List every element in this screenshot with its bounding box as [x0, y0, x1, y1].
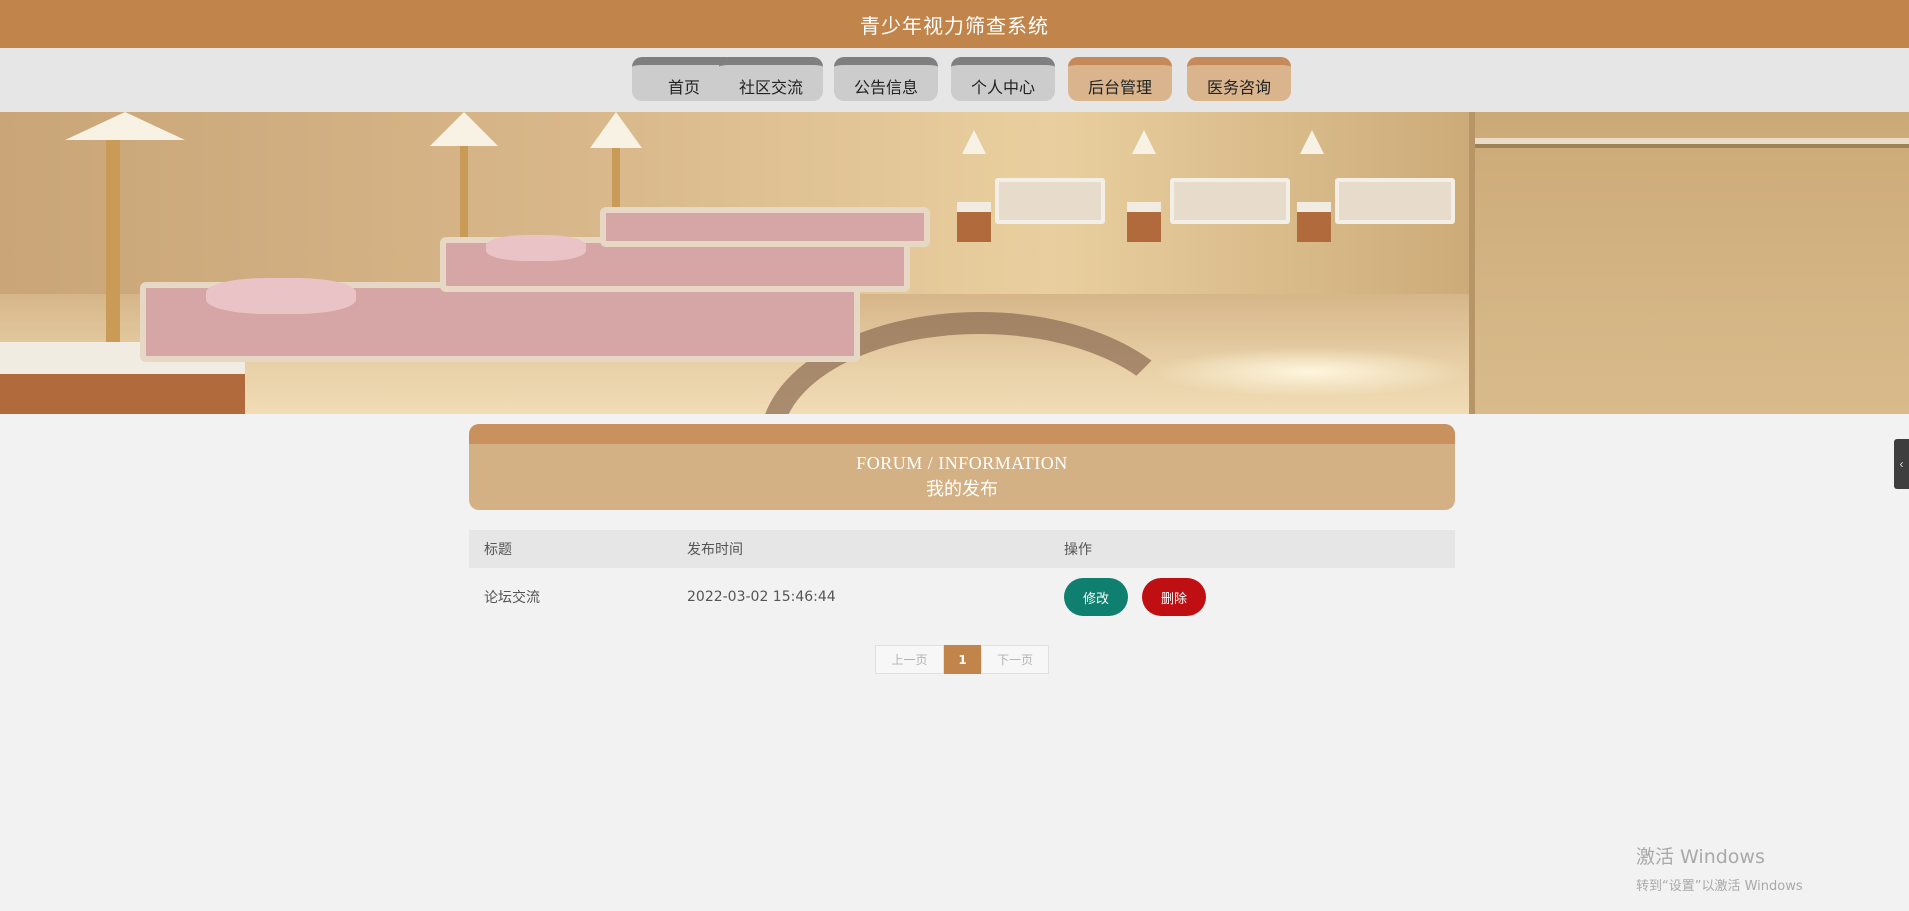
lamp-icon — [962, 130, 986, 154]
table-row: 论坛交流 2022-03-02 15:46:44 修改 删除 — [469, 568, 1455, 626]
header-title: 标题 — [484, 542, 512, 558]
prev-page-button[interactable]: 上一页 — [875, 645, 944, 674]
current-page-button[interactable]: 1 — [944, 645, 981, 674]
side-toggle-chevron-left-icon[interactable]: ‹ — [1894, 439, 1909, 489]
hero-banner-image — [0, 112, 1909, 414]
bed-back — [600, 207, 930, 247]
nav-announcements[interactable]: 公告信息 — [834, 57, 938, 101]
section-title-en: FORUM / INFORMATION — [856, 453, 1068, 473]
lamp-icon — [65, 112, 185, 140]
lamp-icon — [1300, 130, 1324, 154]
section-header: FORUM / INFORMATION 我的发布 — [469, 424, 1455, 510]
top-header-bar: 青少年视力筛查系统 — [0, 0, 1909, 48]
next-page-button[interactable]: 下一页 — [981, 645, 1049, 674]
lamp-icon — [590, 112, 642, 148]
edit-button[interactable]: 修改 — [1064, 578, 1128, 616]
nav-community[interactable]: 社区交流 — [719, 57, 823, 101]
banner-floor-glow — [1150, 347, 1470, 397]
lamp-icon — [1132, 130, 1156, 154]
table-header: 标题 发布时间 操作 — [469, 530, 1455, 568]
bed-foreground — [140, 278, 860, 362]
nav-personal-center[interactable]: 个人中心 — [951, 57, 1055, 101]
header-time: 发布时间 — [687, 542, 743, 558]
watermark-line2: 转到“设置”以激活 Windows — [1636, 879, 1803, 894]
cell-time: 2022-03-02 15:46:44 — [687, 589, 836, 605]
nav-admin[interactable]: 后台管理 — [1068, 57, 1172, 101]
header-ops: 操作 — [1064, 542, 1092, 558]
delete-button[interactable]: 删除 — [1142, 578, 1206, 616]
lamp-icon — [430, 112, 498, 146]
cell-ops: 修改 删除 — [1049, 578, 1455, 616]
banner-right-wall — [1469, 112, 1909, 414]
section-title-cn: 我的发布 — [926, 479, 998, 500]
pagination: 上一页 1 下一页 — [875, 645, 1049, 674]
app-title: 青少年视力筛查系统 — [860, 13, 1049, 38]
watermark-line1: 激活 Windows — [1636, 846, 1765, 868]
cell-title: 论坛交流 — [484, 590, 540, 606]
main-nav: 首页 社区交流 公告信息 个人中心 后台管理 医务咨询 — [0, 48, 1909, 112]
windows-activation-watermark: 激活 Windows 转到“设置”以激活 Windows — [1636, 842, 1803, 894]
nav-medical-consult[interactable]: 医务咨询 — [1187, 57, 1291, 101]
posts-table: 标题 发布时间 操作 论坛交流 2022-03-02 15:46:44 修改 删… — [469, 530, 1455, 626]
